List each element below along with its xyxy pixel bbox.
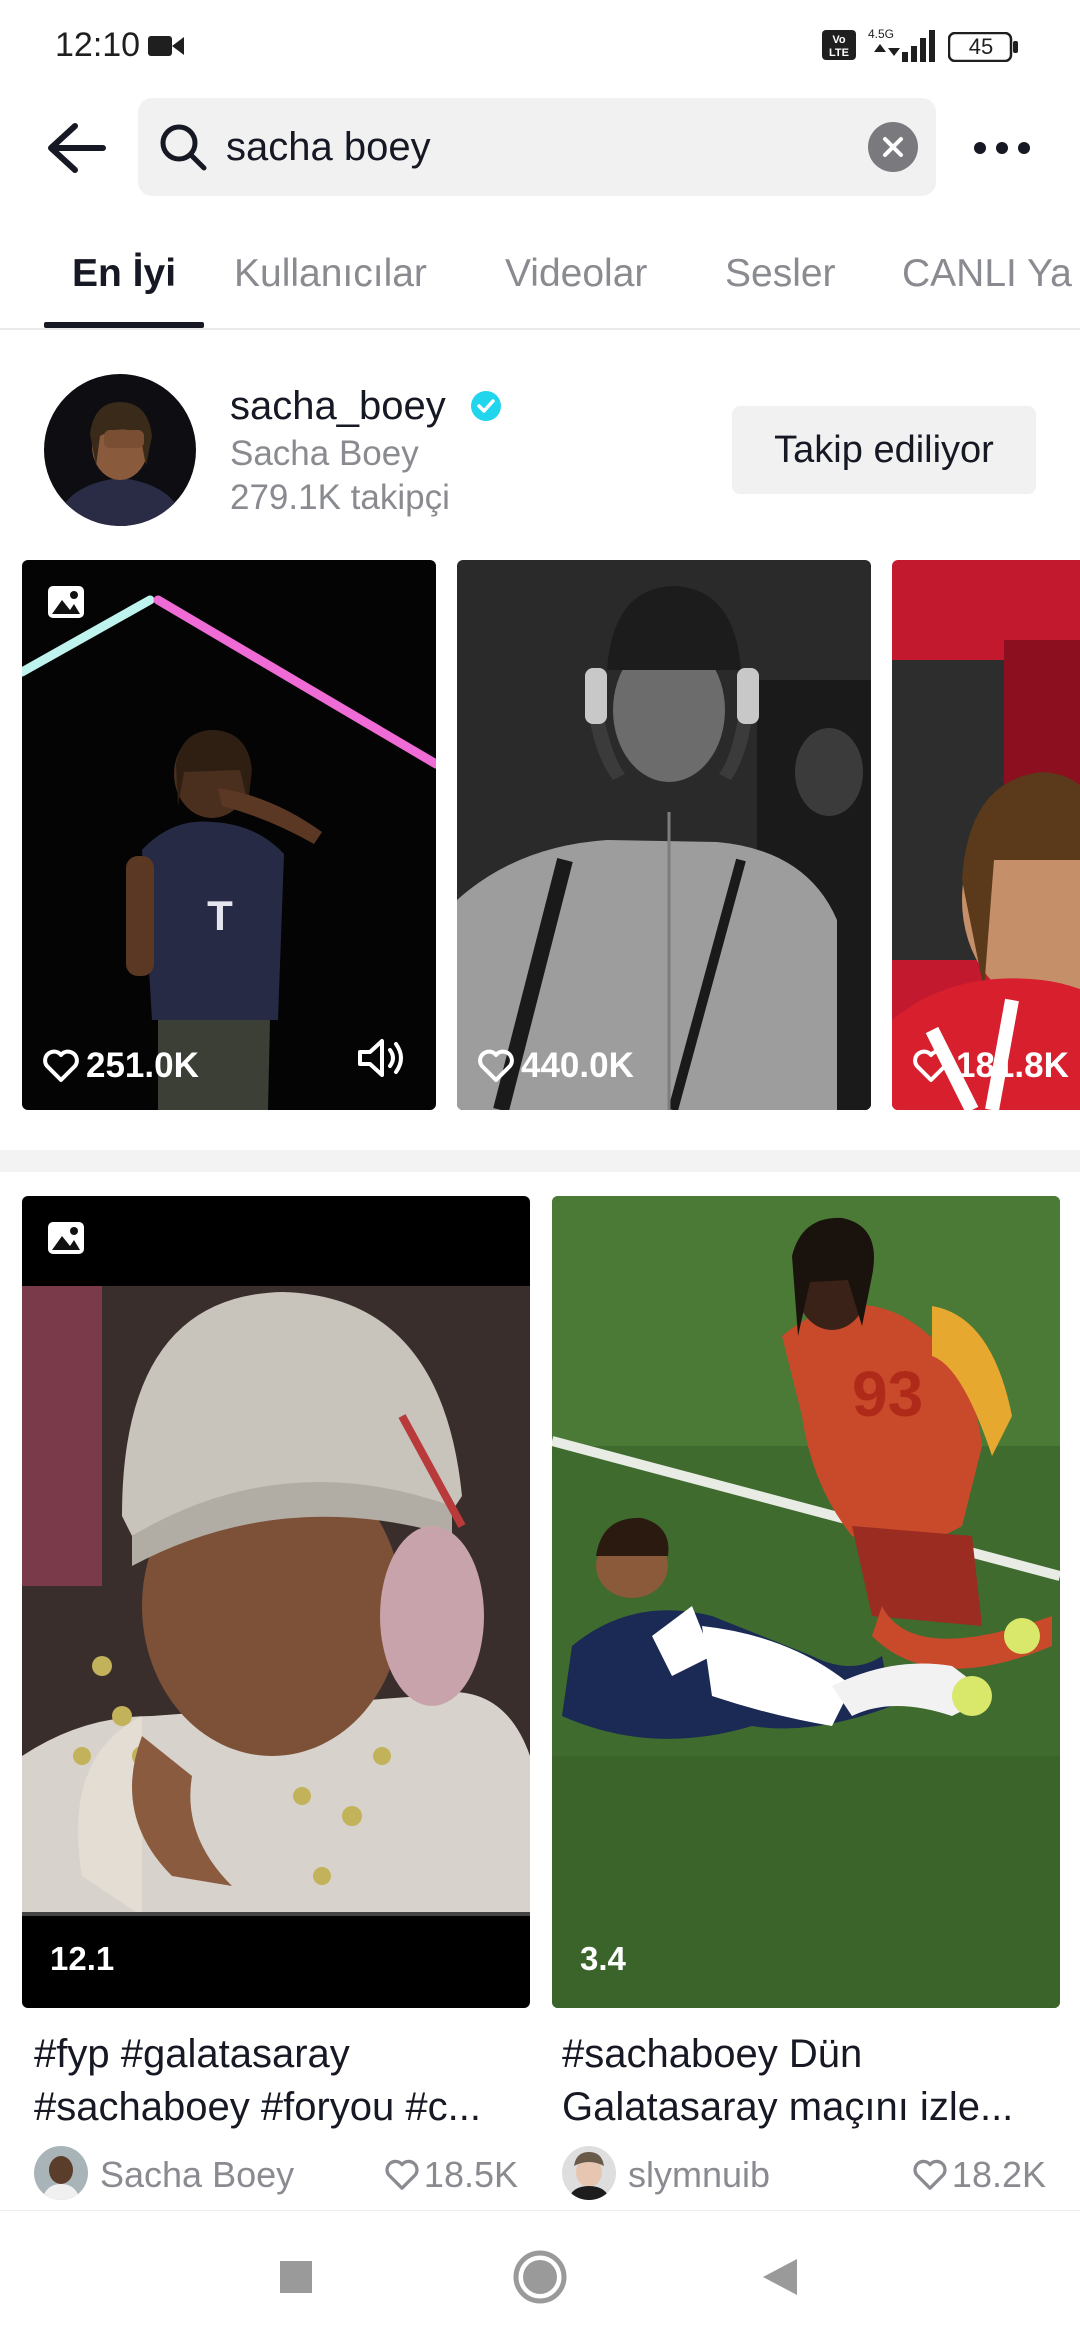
caption-line: Galatasaray maçını izle... (562, 2085, 1014, 2129)
svg-text:LTE: LTE (829, 47, 849, 59)
tab-videos[interactable]: Videolar (505, 252, 647, 296)
post-metric: 3.4 (580, 1940, 626, 1977)
back-nav-button[interactable] (750, 2247, 810, 2307)
video-likes: 18.2K (912, 2154, 1046, 2196)
following-button[interactable]: Takip ediliyor (732, 406, 1036, 494)
video-likes: 18.5K (384, 2154, 518, 2196)
card-thumbnail (22, 1196, 530, 2008)
post-metric: 12.1 (50, 1940, 115, 1977)
tab-sounds[interactable]: Sesler (725, 252, 836, 296)
svg-text:Vo: Vo (832, 34, 846, 46)
user-display-name: Sacha Boey (230, 434, 419, 473)
caption-line: #fyp #galatasaray (34, 2032, 350, 2076)
signal-icon: 4.5G (868, 27, 935, 62)
card-thumbnail: T (22, 560, 436, 1110)
carousel-card[interactable]: 440.0K (457, 560, 871, 1110)
section-divider (0, 1150, 1080, 1172)
svg-text:4.5G: 4.5G (868, 27, 894, 41)
close-icon (883, 137, 903, 157)
follower-count: 279.1K takipçi (230, 478, 450, 517)
volte-icon: Vo LTE (822, 30, 856, 60)
like-count-text: 440.0K (521, 1046, 634, 1085)
square-icon (280, 2261, 312, 2293)
caption-line: #sachaboey #foryou #c... (34, 2085, 481, 2129)
more-dots-icon (974, 142, 1030, 154)
more-options-button[interactable] (966, 118, 1038, 178)
status-bar: 12:10 Vo LTE 4.5G 45 (0, 0, 1080, 96)
avatar-image (44, 374, 196, 526)
search-tabs: En İyi Kullanıcılar Videolar Sesler CANL… (0, 226, 1080, 330)
triangle-back-icon (763, 2259, 797, 2295)
carousel-card[interactable]: T 251.0K (22, 560, 436, 1110)
status-time: 12:10 (55, 26, 141, 64)
author-name[interactable]: Sacha Boey (100, 2154, 294, 2196)
photo-icon (48, 1222, 84, 1254)
like-count: 251.0K (42, 1046, 199, 1086)
heart-icon (385, 2159, 419, 2190)
like-count-text: 181.8K (956, 1046, 1069, 1085)
clear-search-button[interactable] (868, 122, 918, 172)
svg-text:93: 93 (852, 1358, 923, 1430)
author-name[interactable]: slymnuib (628, 2154, 770, 2196)
tab-users[interactable]: Kullanıcılar (234, 252, 427, 296)
video-caption[interactable]: #fyp #galatasaray #sachaboey #foryou #c.… (34, 2028, 544, 2134)
tab-live[interactable]: CANLI Ya (902, 252, 1072, 296)
like-count-text: 18.2K (951, 2154, 1046, 2195)
video-card[interactable]: 12.1 (22, 1196, 530, 2008)
home-button[interactable] (510, 2247, 570, 2307)
photo-icon (48, 586, 84, 618)
verified-badge-icon (471, 391, 501, 421)
username[interactable]: sacha_boey (230, 384, 446, 429)
like-count-text: 18.5K (423, 2154, 518, 2195)
avatar-image (562, 2146, 616, 2200)
heart-icon (43, 1049, 79, 1082)
active-tab-indicator (44, 322, 204, 328)
card-thumbnail: 93 (552, 1196, 1060, 2008)
video-meta: Sacha Boey 18.5K (34, 2146, 518, 2202)
search-icon (160, 124, 207, 171)
video-camera-icon (148, 36, 184, 56)
tab-top[interactable]: En İyi (72, 252, 176, 296)
user-video-carousel: T 251.0K 440.0K 181.8K (0, 560, 1080, 1110)
carousel-card[interactable]: 181.8K (892, 560, 1080, 1110)
home-circle-icon (513, 2250, 567, 2304)
card-thumbnail (892, 560, 1080, 1110)
heart-icon (478, 1049, 514, 1082)
recents-button[interactable] (266, 2247, 326, 2307)
like-count: 440.0K (477, 1046, 634, 1086)
caption-line: #sachaboey Dün (562, 2032, 863, 2076)
video-caption[interactable]: #sachaboey Dün Galatasaray maçını izle..… (562, 2028, 1062, 2134)
user-avatar[interactable] (44, 374, 196, 526)
author-avatar[interactable] (34, 2146, 88, 2200)
heart-icon (913, 1049, 949, 1082)
search-bar[interactable]: sacha boey (138, 98, 936, 196)
battery-level: 45 (968, 34, 994, 59)
card-thumbnail (457, 560, 871, 1110)
arrow-left-icon (48, 123, 106, 173)
like-count-text: 251.0K (86, 1046, 199, 1085)
search-input[interactable]: sacha boey (226, 125, 786, 170)
system-nav-bar (0, 2210, 1080, 2340)
back-button[interactable] (40, 112, 112, 184)
video-meta: slymnuib 18.2K (562, 2146, 1046, 2202)
svg-text:T: T (207, 892, 233, 939)
video-card[interactable]: 93 3.4 (552, 1196, 1060, 2008)
sound-on-icon[interactable] (356, 1036, 408, 1080)
avatar-image (34, 2146, 88, 2200)
like-count: 181.8K (912, 1046, 1069, 1086)
heart-icon (913, 2159, 947, 2190)
author-avatar[interactable] (562, 2146, 616, 2200)
